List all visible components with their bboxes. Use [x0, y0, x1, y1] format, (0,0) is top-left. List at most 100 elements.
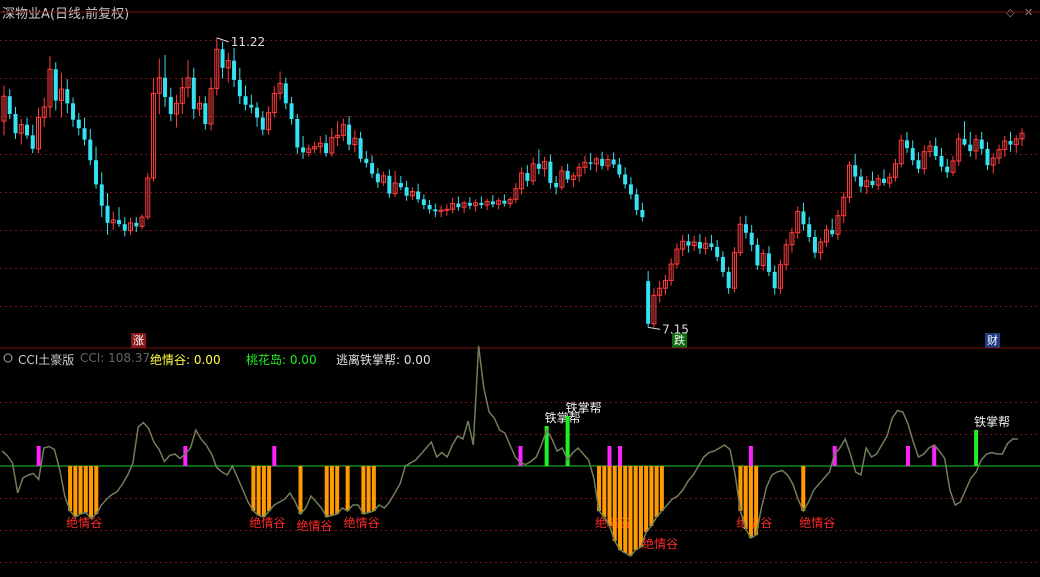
juqinggu-bar	[256, 466, 261, 516]
candle-body-down	[255, 107, 260, 118]
juqinggu-bar	[748, 466, 753, 538]
candle-body-down	[232, 60, 237, 80]
juqinggu-bar	[298, 466, 303, 514]
candle-body-down	[772, 271, 777, 289]
candle-body-down	[289, 103, 294, 119]
juqinggu-bar	[335, 466, 340, 514]
juqinggu-bar	[602, 466, 607, 517]
juqinggu-bar	[324, 466, 329, 517]
candle-body-down	[387, 175, 392, 194]
candle-body-down	[25, 124, 30, 136]
juqinggu-signal-label: 绝情谷	[344, 515, 380, 530]
candle-body-down	[646, 281, 651, 324]
tiezhangbang-signal-label: 铁掌帮	[974, 415, 1010, 429]
juqinggu-bar	[607, 466, 612, 526]
juqinggu-bar	[633, 466, 638, 550]
juqinggu-signal-label: 绝情谷	[249, 515, 285, 530]
candle-body-down	[490, 201, 495, 205]
juqinggu-signal-label: 绝情谷	[642, 536, 678, 551]
juqinggu-bar	[361, 466, 366, 514]
tiezhangbang-bar	[974, 430, 979, 466]
juqinggu-bar	[345, 466, 350, 511]
low-pointer	[648, 326, 661, 330]
high-price-label: 11.22	[231, 35, 265, 49]
candle-body-down	[640, 210, 645, 218]
candle-body-down	[243, 96, 248, 105]
juqinggu-bar	[89, 466, 94, 519]
candle-body-down	[203, 103, 208, 124]
candle-body-down	[433, 209, 438, 212]
candle-body-down	[881, 178, 886, 183]
candle-body-down	[686, 241, 691, 246]
candle-body-down	[715, 246, 720, 257]
juqinggu-bar	[267, 466, 272, 511]
candle-body-down	[766, 253, 771, 272]
juqinggu-bar	[68, 466, 73, 511]
candle-body-down	[168, 96, 173, 114]
candle-body-down	[295, 118, 300, 148]
candle-body-down	[416, 191, 421, 200]
candle-body-down	[502, 200, 507, 204]
candle-body-down	[904, 140, 909, 149]
candle-body-down	[71, 103, 76, 120]
candle-body-down	[812, 237, 817, 253]
juqinggu-bar	[261, 466, 266, 517]
chart-svg: 11.227.15绝情谷绝情谷绝情谷绝情谷绝情谷绝情谷绝情谷绝情谷铁掌帮铁掌帮铁…	[0, 11, 1040, 563]
taohuadao-bar	[617, 446, 622, 466]
candle-body-down	[611, 159, 616, 165]
juqinggu-signal-label: 绝情谷	[799, 515, 835, 530]
candle-body-down	[945, 166, 950, 173]
candle-body-down	[260, 117, 265, 130]
candle-body-down	[755, 244, 760, 266]
high-pointer	[216, 37, 229, 43]
juqinggu-bar	[617, 466, 622, 550]
juqinggu-bar	[612, 466, 617, 541]
candle-body-down	[134, 222, 139, 227]
taohuadao-bar	[932, 446, 937, 466]
candle-body-down	[525, 173, 530, 181]
candle-body-down	[968, 144, 973, 151]
candle-body-down	[94, 160, 99, 185]
candle-body-down	[985, 148, 990, 166]
juqinggu-signal-label: 绝情谷	[297, 518, 333, 533]
candle-body-down	[588, 162, 593, 164]
candle-body-down	[301, 147, 306, 153]
candle-body-down	[720, 256, 725, 272]
candle-body-down	[933, 146, 938, 156]
candle-body-down	[709, 243, 714, 247]
candle-body-down	[364, 158, 369, 164]
candle-body-down	[634, 194, 639, 210]
juqinggu-bar	[654, 466, 659, 517]
candle-body-down	[105, 205, 110, 223]
cci-line	[1, 345, 1018, 557]
juqinggu-signal-label: 绝情谷	[66, 515, 102, 530]
candle-body-down	[726, 271, 731, 289]
candle-body-down	[749, 232, 754, 245]
juqinggu-bar	[83, 466, 88, 513]
juqinggu-bar	[638, 466, 643, 547]
candle-body-down	[743, 224, 748, 233]
candle-body-down	[617, 164, 622, 175]
candle-body-down	[283, 83, 288, 104]
juqinggu-bar	[366, 466, 371, 513]
candle-body-down	[65, 89, 70, 104]
candle-body-down	[163, 77, 168, 97]
juqinggu-bar	[623, 466, 628, 553]
taohuadao-bar	[748, 446, 753, 466]
candle-body-down	[479, 202, 484, 206]
juqinggu-bar	[371, 466, 376, 511]
candle-body-down	[53, 69, 58, 101]
candle-body-down	[249, 104, 254, 108]
candle-body-down	[404, 187, 409, 196]
low-price-label: 7.15	[662, 322, 689, 336]
candle-body-down	[220, 49, 225, 68]
juqinggu-bar	[649, 466, 654, 526]
candle-body-down	[910, 148, 915, 161]
candle-body-down	[347, 124, 352, 145]
candle-body-down	[76, 119, 81, 129]
candle-body-down	[801, 211, 806, 225]
juqinggu-bar	[329, 466, 334, 516]
taohuadao-bar	[607, 446, 612, 466]
chart-stage: 深物业A(日线,前复权) ◇ ✕ CCI土豪版 CCI: 108.37 绝情谷:…	[0, 0, 1040, 577]
juqinggu-bar	[628, 466, 633, 556]
